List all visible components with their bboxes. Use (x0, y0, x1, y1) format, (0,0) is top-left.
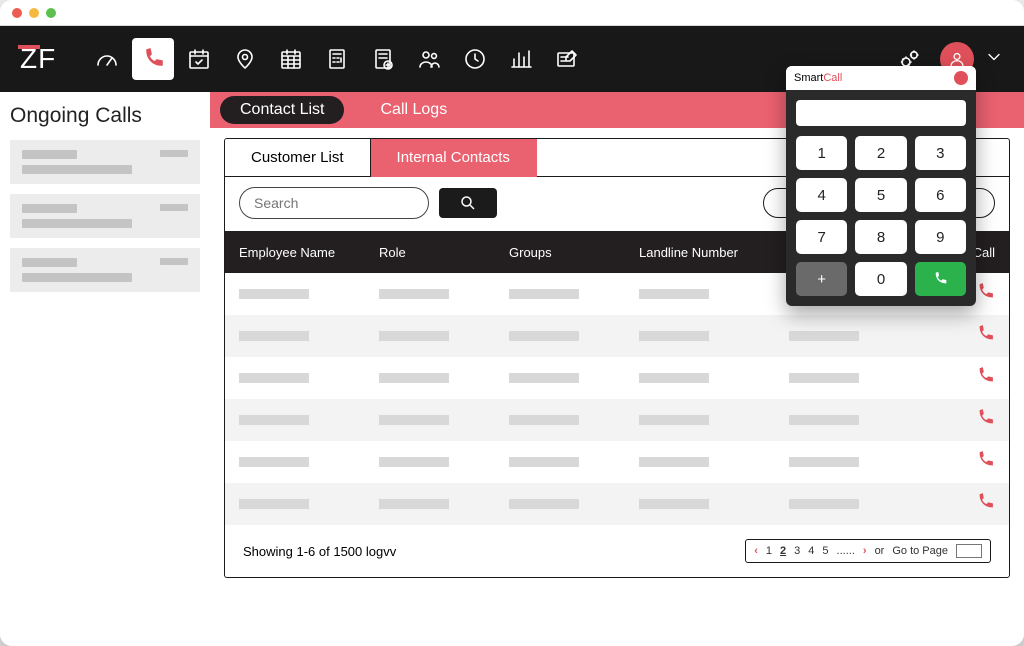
window-max-dot[interactable] (46, 8, 56, 18)
table-row (225, 399, 1009, 441)
subtab-internal-contacts[interactable]: Internal Contacts (371, 139, 537, 177)
dialer-plus-key[interactable]: + (796, 262, 847, 296)
ongoing-call-card[interactable] (10, 194, 200, 238)
col-groups: Groups (509, 245, 639, 260)
table-row (225, 357, 1009, 399)
nav-bars-icon[interactable] (500, 38, 542, 80)
pagination: ‹ 1 2 3 4 5 ...... › or Go to Page (745, 539, 991, 563)
make-call-button[interactable] (919, 408, 995, 433)
ongoing-call-card[interactable] (10, 140, 200, 184)
table-row (225, 315, 1009, 357)
tab-call-logs[interactable]: Call Logs (360, 96, 467, 124)
page-1[interactable]: 1 (766, 545, 772, 557)
nav-people-icon[interactable] (408, 38, 450, 80)
nav-grid-calendar-icon[interactable] (270, 38, 312, 80)
dialer-close-icon[interactable] (954, 71, 968, 85)
nav-clock-icon[interactable] (454, 38, 496, 80)
page-goto-label: Go to Page (892, 545, 948, 557)
page-or: or (875, 545, 885, 557)
dialer-key-5[interactable]: 5 (855, 178, 906, 212)
sidebar: Ongoing Calls (0, 92, 210, 646)
subtab-customer-list[interactable]: Customer List (225, 139, 371, 177)
page-goto-input[interactable] (956, 544, 982, 558)
page-5[interactable]: 5 (822, 545, 828, 557)
nav-gauge-icon[interactable] (86, 38, 128, 80)
col-landline: Landline Number (639, 245, 789, 260)
sidebar-title: Ongoing Calls (10, 104, 200, 128)
page-3[interactable]: 3 (794, 545, 800, 557)
nav-pin-icon[interactable] (224, 38, 266, 80)
dialer-key-4[interactable]: 4 (796, 178, 847, 212)
dialer-key-0[interactable]: 0 (855, 262, 906, 296)
col-role: Role (379, 245, 509, 260)
dialer-key-8[interactable]: 8 (855, 220, 906, 254)
dialer-key-9[interactable]: 9 (915, 220, 966, 254)
nav-calculator-icon[interactable] (316, 38, 358, 80)
app-logo: ZF (20, 43, 56, 75)
dialer-brand: SmartCall (794, 72, 842, 84)
make-call-button[interactable] (919, 324, 995, 349)
make-call-button[interactable] (919, 450, 995, 475)
nav-note-edit-icon[interactable] (546, 38, 588, 80)
make-call-button[interactable] (919, 492, 995, 517)
dialer-key-3[interactable]: 3 (915, 136, 966, 170)
search-button[interactable] (439, 188, 497, 218)
page-next[interactable]: › (863, 545, 867, 557)
dialer-key-1[interactable]: 1 (796, 136, 847, 170)
page-2[interactable]: 2 (780, 545, 786, 557)
dialer-key-7[interactable]: 7 (796, 220, 847, 254)
dialer-key-2[interactable]: 2 (855, 136, 906, 170)
tab-contact-list[interactable]: Contact List (220, 96, 344, 124)
window-close-dot[interactable] (12, 8, 22, 18)
footer-showing-text: Showing 1-6 of 1500 logvv (243, 544, 396, 559)
nav-doc-currency-icon[interactable] (362, 38, 404, 80)
table-row (225, 441, 1009, 483)
dialer-display[interactable] (796, 100, 966, 126)
page-4[interactable]: 4 (808, 545, 814, 557)
window-min-dot[interactable] (29, 8, 39, 18)
dialer-key-6[interactable]: 6 (915, 178, 966, 212)
nav-calendar-check-icon[interactable] (178, 38, 220, 80)
user-menu-chevron-icon[interactable] (984, 47, 1004, 72)
page-more: ...... (837, 545, 855, 557)
dialer-popup: SmartCall 123 456 789 +0 (786, 66, 976, 306)
page-prev[interactable]: ‹ (754, 545, 758, 557)
nav-phone-icon[interactable] (132, 38, 174, 80)
dialer-call-button[interactable] (915, 262, 966, 296)
search-input[interactable] (239, 187, 429, 219)
make-call-button[interactable] (919, 366, 995, 391)
ongoing-call-card[interactable] (10, 248, 200, 292)
table-row (225, 483, 1009, 525)
col-employee: Employee Name (239, 245, 379, 260)
window-titlebar (0, 0, 1024, 26)
